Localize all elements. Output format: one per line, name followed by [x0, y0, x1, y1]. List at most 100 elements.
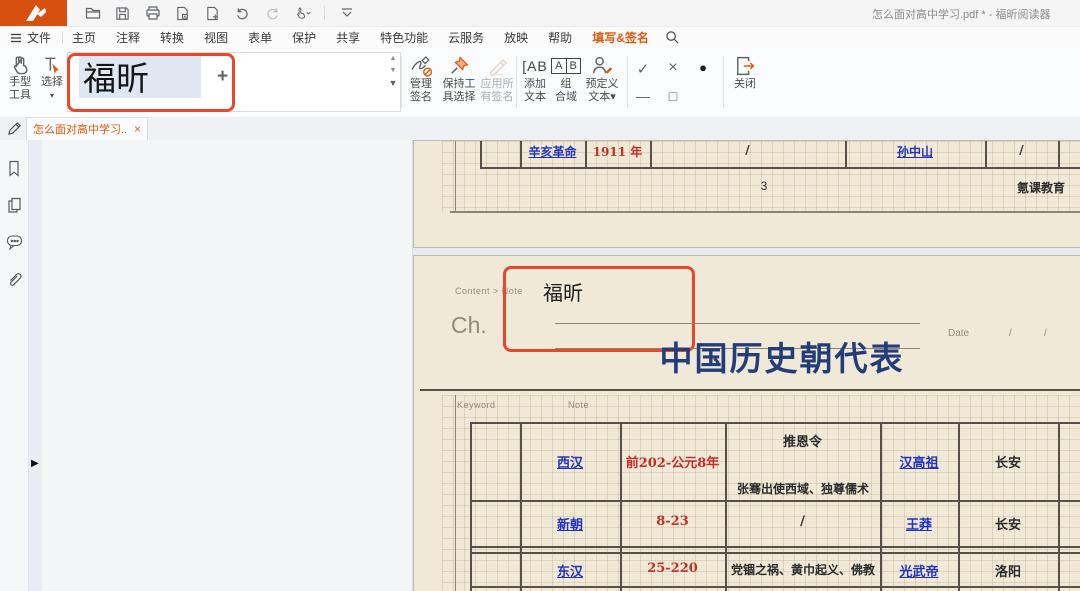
- apply-all-signatures-label: 应用所 有签名: [481, 78, 514, 104]
- checkmark-stamp[interactable]: ✓: [632, 60, 654, 78]
- edit-pencil-icon[interactable]: [7, 121, 22, 141]
- row3-founder[interactable]: 光武帝: [880, 561, 958, 580]
- menu-item-share[interactable]: 共享: [336, 26, 360, 50]
- hand-icon: [9, 54, 31, 76]
- document-area: ▶ 辛亥革命 1911 年 / 孙中山 / 3 氪课教育: [0, 140, 1080, 591]
- row3-note[interactable]: 党锢之祸、黄巾起义、佛教: [722, 561, 884, 578]
- close-fill-sign-button[interactable]: 关闭: [728, 54, 762, 91]
- document-tab[interactable]: 怎么面对高中学习... ×: [26, 117, 148, 140]
- menu-item-help[interactable]: 帮助: [548, 26, 572, 50]
- row1-note-bottom[interactable]: 张骞出使西域、独尊儒术: [719, 480, 887, 497]
- row2-capital[interactable]: 长安: [958, 514, 1058, 533]
- select-tool-button[interactable]: 选择▾: [38, 54, 66, 102]
- menu-items: 主页 注释 转换 视图 表单 保护 共享 特色功能 云服务 放映 帮助 填写&签…: [72, 26, 649, 50]
- gallery-expand-icon[interactable]: ▼: [389, 79, 398, 87]
- page2-header-divider: [420, 389, 1080, 391]
- dash-stamp[interactable]: —: [632, 88, 654, 104]
- row1-period[interactable]: 前202-公元8年: [620, 452, 725, 471]
- row2-dynasty[interactable]: 新朝: [520, 514, 620, 533]
- page2-ruled-line-1: [555, 323, 920, 324]
- row2-period[interactable]: 8-23: [620, 514, 725, 529]
- tab-close-icon[interactable]: ×: [134, 122, 141, 136]
- menu-item-cloud[interactable]: 云服务: [448, 26, 484, 50]
- attachments-panel-icon[interactable]: [4, 269, 24, 289]
- pages-panel-icon[interactable]: [4, 195, 24, 215]
- search-icon[interactable]: [665, 30, 680, 45]
- row1-dynasty[interactable]: 西汉: [520, 452, 620, 471]
- menu-item-protect[interactable]: 保护: [292, 26, 316, 50]
- row2-note[interactable]: /: [725, 514, 880, 529]
- row3-period[interactable]: 25-220: [620, 561, 725, 576]
- save-icon[interactable]: [114, 5, 131, 22]
- menu-bar: 文件 主页 注释 转换 视图 表单 保护 共享 特色功能 云服务 放映 帮助 填…: [0, 27, 1080, 48]
- manage-signature-label: 管理 签名: [410, 78, 432, 104]
- combine-fields-icon: A B: [551, 54, 581, 78]
- signature-annotation-callout: [67, 53, 235, 112]
- hand-tool-button[interactable]: 手型 工具: [4, 54, 36, 102]
- menu-item-fill-sign[interactable]: 填写&签名: [592, 26, 649, 50]
- row3-dynasty[interactable]: 东汉: [520, 561, 620, 580]
- predefined-text-label: 预定义 文本▾: [586, 78, 619, 104]
- row2-founder[interactable]: 王莽: [880, 514, 958, 533]
- dot-stamp[interactable]: ●: [692, 60, 714, 75]
- row3-capital[interactable]: 洛阳: [958, 561, 1058, 580]
- foxit-reader-window: 怎么面对高中学习.pdf * - 福昕阅读器 文件 主页 注释 转换 视图 表单…: [0, 0, 1080, 591]
- menu-item-view[interactable]: 视图: [204, 26, 228, 50]
- keep-tool-selected-label: 保持工 具选择: [443, 78, 476, 104]
- comments-panel-icon[interactable]: [4, 232, 24, 252]
- ribbon-toolbar: 手型 工具 选择▾ 福昕 + ▲ ▼ ▼ 管理 签名 保持工 具选择 应用所 有…: [0, 48, 1080, 118]
- bookmarks-panel-icon[interactable]: [4, 158, 24, 178]
- file-menu-button[interactable]: 文件: [10, 29, 51, 46]
- page1-cell-note[interactable]: /: [650, 143, 845, 157]
- panel-expand-handle[interactable]: ▶: [31, 458, 39, 469]
- undo-icon[interactable]: [234, 5, 251, 22]
- file-menu-label: 文件: [27, 29, 51, 46]
- menu-item-comment[interactable]: 注释: [116, 26, 140, 50]
- combine-fields-button[interactable]: A B 组 合域: [551, 54, 581, 104]
- page2-margin-line: [455, 395, 456, 591]
- page1-cell-founder[interactable]: 孙中山: [845, 143, 985, 160]
- menu-item-form[interactable]: 表单: [248, 26, 272, 50]
- page2-title[interactable]: 中国历史朝代表: [622, 332, 942, 380]
- page2-date-slash-2: /: [1044, 328, 1047, 339]
- add-text-button[interactable]: [AB 添加 文本: [518, 54, 552, 104]
- quick-access-toolbar: [84, 0, 355, 26]
- menu-item-convert[interactable]: 转换: [160, 26, 184, 50]
- ribbon-separator: [627, 56, 628, 108]
- predefined-text-icon: [590, 54, 614, 78]
- page1-cell-period[interactable]: 1911 年: [585, 143, 650, 160]
- gallery-scroll-up-icon[interactable]: ▲: [390, 55, 397, 63]
- keep-tool-selected-button[interactable]: 保持工 具选择: [438, 54, 480, 104]
- print-icon[interactable]: [144, 5, 161, 22]
- tab-title: 怎么面对高中学习...: [33, 121, 128, 137]
- menu-item-home[interactable]: 主页: [72, 26, 96, 50]
- foxit-logo[interactable]: [0, 0, 67, 26]
- menu-item-present[interactable]: 放映: [504, 26, 528, 50]
- page-export-icon[interactable]: [174, 5, 191, 22]
- navigation-panel-empty: [42, 140, 413, 591]
- row1-founder[interactable]: 汉高祖: [880, 452, 958, 471]
- customize-toolbar-icon[interactable]: [338, 5, 355, 22]
- open-folder-icon[interactable]: [84, 5, 101, 22]
- menu-separator: [62, 31, 63, 44]
- page-add-icon[interactable]: [204, 5, 221, 22]
- manage-signature-button[interactable]: 管理 签名: [403, 54, 439, 104]
- square-stamp[interactable]: □: [662, 88, 684, 104]
- page1-cell-dynasty[interactable]: 辛亥革命: [520, 143, 585, 160]
- page1-cell-extra[interactable]: /: [985, 143, 1058, 157]
- ribbon-separator: [401, 56, 402, 108]
- row1-capital[interactable]: 长安: [958, 452, 1058, 471]
- gallery-scroll-down-icon[interactable]: ▼: [390, 67, 397, 75]
- pdf-page-1: 辛亥革命 1911 年 / 孙中山 / 3 氪课教育: [414, 141, 1080, 247]
- hand-tool-label: 手型 工具: [9, 76, 31, 102]
- menu-item-features[interactable]: 特色功能: [380, 26, 428, 50]
- hand-select-icon[interactable]: [294, 5, 311, 22]
- predefined-text-button[interactable]: 预定义 文本▾: [580, 54, 624, 104]
- panel-splitter[interactable]: [29, 140, 42, 591]
- cross-stamp[interactable]: ×: [662, 59, 684, 77]
- row1-note-top[interactable]: 推恩令: [725, 431, 880, 450]
- page2-table-top-border: [470, 422, 1080, 424]
- gallery-scroll-arrows: ▲ ▼ ▼: [386, 55, 400, 87]
- pdf-page-2: Content > Note 福昕 Ch. 中国历史朝代表 Date / / K…: [414, 256, 1080, 591]
- redo-icon[interactable]: [264, 5, 281, 22]
